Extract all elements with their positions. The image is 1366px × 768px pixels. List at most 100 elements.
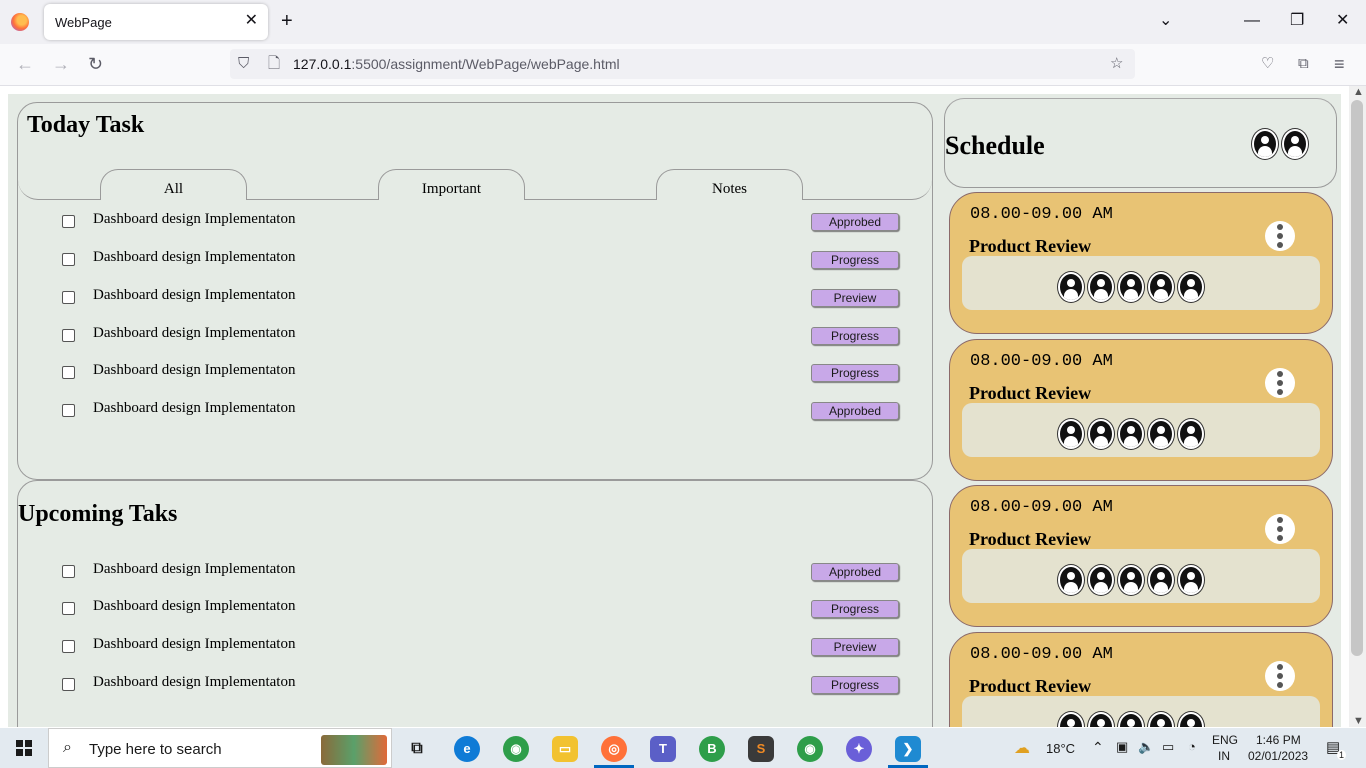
avatar[interactable] <box>1058 565 1084 595</box>
status-badge[interactable]: Progress <box>811 676 899 694</box>
new-tab-icon[interactable]: + <box>281 10 293 32</box>
url-bar[interactable]: ⛉ 🗋 127.0.0.1:5500/assignment/WebPage/we… <box>230 49 1135 79</box>
more-options-icon[interactable] <box>1265 368 1295 398</box>
avatar[interactable] <box>1058 272 1084 302</box>
chrome-b-icon[interactable]: B <box>699 736 725 762</box>
chrome-alt-icon[interactable]: ◉ <box>797 736 823 762</box>
avatar[interactable] <box>1058 419 1084 449</box>
tray-device-icon[interactable]: ▣ <box>1116 739 1128 755</box>
file-explorer-icon[interactable]: ▭ <box>552 736 578 762</box>
browser-tab[interactable]: WebPage ✕ <box>44 4 268 40</box>
back-icon[interactable]: ← <box>16 54 34 74</box>
avatar[interactable] <box>1178 712 1204 727</box>
status-badge[interactable]: Approbed <box>811 402 899 420</box>
task-checkbox[interactable] <box>62 565 75 578</box>
avatar[interactable] <box>1148 272 1174 302</box>
avatar[interactable] <box>1178 272 1204 302</box>
task-checkbox[interactable] <box>62 291 75 304</box>
weather-icon[interactable]: ☁ <box>1014 738 1030 758</box>
forward-icon[interactable]: → <box>52 54 70 74</box>
search-highlight-image[interactable] <box>321 735 387 765</box>
task-checkbox[interactable] <box>62 329 75 342</box>
task-checkbox[interactable] <box>62 602 75 615</box>
page-scrollbar[interactable]: ▲ ▼ <box>1349 86 1366 727</box>
close-tab-icon[interactable]: ✕ <box>245 12 258 30</box>
avatar[interactable] <box>1252 129 1278 159</box>
avatar[interactable] <box>1148 712 1174 727</box>
avatar[interactable] <box>1118 272 1144 302</box>
page-icon[interactable]: 🗋 <box>268 55 280 73</box>
scroll-down-icon[interactable]: ▼ <box>1353 715 1364 727</box>
extensions-icon[interactable]: ⧉ <box>1298 54 1309 74</box>
avatar[interactable] <box>1088 419 1114 449</box>
scroll-thumb[interactable] <box>1351 100 1363 656</box>
weather-temp[interactable]: 18°C <box>1046 741 1075 756</box>
chrome-profile-icon[interactable]: ◉ <box>503 736 529 762</box>
copilot-icon[interactable]: ✦ <box>846 736 872 762</box>
shield-icon[interactable]: ⛉ <box>238 55 249 73</box>
language-code[interactable]: ENG <box>1212 733 1238 747</box>
task-checkbox[interactable] <box>62 366 75 379</box>
status-badge[interactable]: Progress <box>811 251 899 269</box>
clock-date[interactable]: 02/01/2023 <box>1248 749 1308 763</box>
avatar[interactable] <box>1088 712 1114 727</box>
tab-important[interactable]: Important <box>378 169 525 200</box>
more-options-icon[interactable] <box>1265 514 1295 544</box>
restore-icon[interactable]: ❐ <box>1290 12 1304 30</box>
more-options-icon[interactable] <box>1265 661 1295 691</box>
volume-icon[interactable]: 🔈 <box>1138 739 1154 755</box>
status-badge[interactable]: Preview <box>811 638 899 656</box>
more-options-icon[interactable] <box>1265 221 1295 251</box>
status-badge[interactable]: Progress <box>811 327 899 345</box>
tab-notes[interactable]: Notes <box>656 169 803 200</box>
schedule-card[interactable]: 08.00-09.00 AM Product Review <box>949 192 1333 334</box>
close-window-icon[interactable]: ✕ <box>1336 12 1349 30</box>
schedule-card[interactable]: 08.00-09.00 AM Product Review <box>949 485 1333 627</box>
reload-icon[interactable]: ↻ <box>88 54 103 74</box>
status-badge[interactable]: Progress <box>811 364 899 382</box>
minimize-icon[interactable]: — <box>1244 12 1260 30</box>
pocket-icon[interactable]: ♡ <box>1261 54 1274 74</box>
avatar[interactable] <box>1148 565 1174 595</box>
avatar[interactable] <box>1118 419 1144 449</box>
task-checkbox[interactable] <box>62 640 75 653</box>
status-badge[interactable]: Approbed <box>811 213 899 231</box>
firefox-icon[interactable] <box>11 13 29 31</box>
avatar[interactable] <box>1118 712 1144 727</box>
avatar[interactable] <box>1088 565 1114 595</box>
avatar[interactable] <box>1178 419 1204 449</box>
clock-time[interactable]: 1:46 PM <box>1256 733 1301 747</box>
scroll-up-icon[interactable]: ▲ <box>1353 86 1364 98</box>
avatar[interactable] <box>1178 565 1204 595</box>
language-region[interactable]: IN <box>1218 749 1230 763</box>
windows-start-icon[interactable] <box>16 740 32 756</box>
battery-icon[interactable]: ▭ <box>1162 739 1174 755</box>
schedule-card[interactable]: 08.00-09.00 AM Product Review <box>949 339 1333 481</box>
wifi-icon[interactable]: ◔ <box>1188 739 1196 754</box>
schedule-card[interactable]: 08.00-09.00 AM Product Review <box>949 632 1333 727</box>
teams-icon[interactable]: T <box>650 736 676 762</box>
menu-icon[interactable]: ≡ <box>1334 54 1345 74</box>
tab-list-icon[interactable]: ⌄ <box>1159 12 1172 30</box>
bookmark-star-icon[interactable]: ☆ <box>1110 55 1123 73</box>
status-badge[interactable]: Progress <box>811 600 899 618</box>
status-badge[interactable]: Preview <box>811 289 899 307</box>
edge-icon[interactable]: e <box>454 736 480 762</box>
task-checkbox[interactable] <box>62 215 75 228</box>
task-checkbox[interactable] <box>62 404 75 417</box>
vscode-icon[interactable]: ❯ <box>895 736 921 762</box>
avatar[interactable] <box>1148 419 1174 449</box>
status-badge[interactable]: Approbed <box>811 563 899 581</box>
firefox-taskbar-icon[interactable]: ◎ <box>601 736 627 762</box>
task-view-icon[interactable]: ⧉ <box>404 736 430 762</box>
avatar[interactable] <box>1088 272 1114 302</box>
tray-chevron-icon[interactable]: ⌃ <box>1092 739 1104 756</box>
url-text[interactable]: 127.0.0.1:5500/assignment/WebPage/webPag… <box>293 56 620 72</box>
task-checkbox[interactable] <box>62 678 75 691</box>
taskbar-search[interactable]: ⌕ Type here to search <box>48 728 392 768</box>
avatar[interactable] <box>1282 129 1308 159</box>
sublime-icon[interactable]: S <box>748 736 774 762</box>
task-checkbox[interactable] <box>62 253 75 266</box>
avatar[interactable] <box>1118 565 1144 595</box>
avatar[interactable] <box>1058 712 1084 727</box>
